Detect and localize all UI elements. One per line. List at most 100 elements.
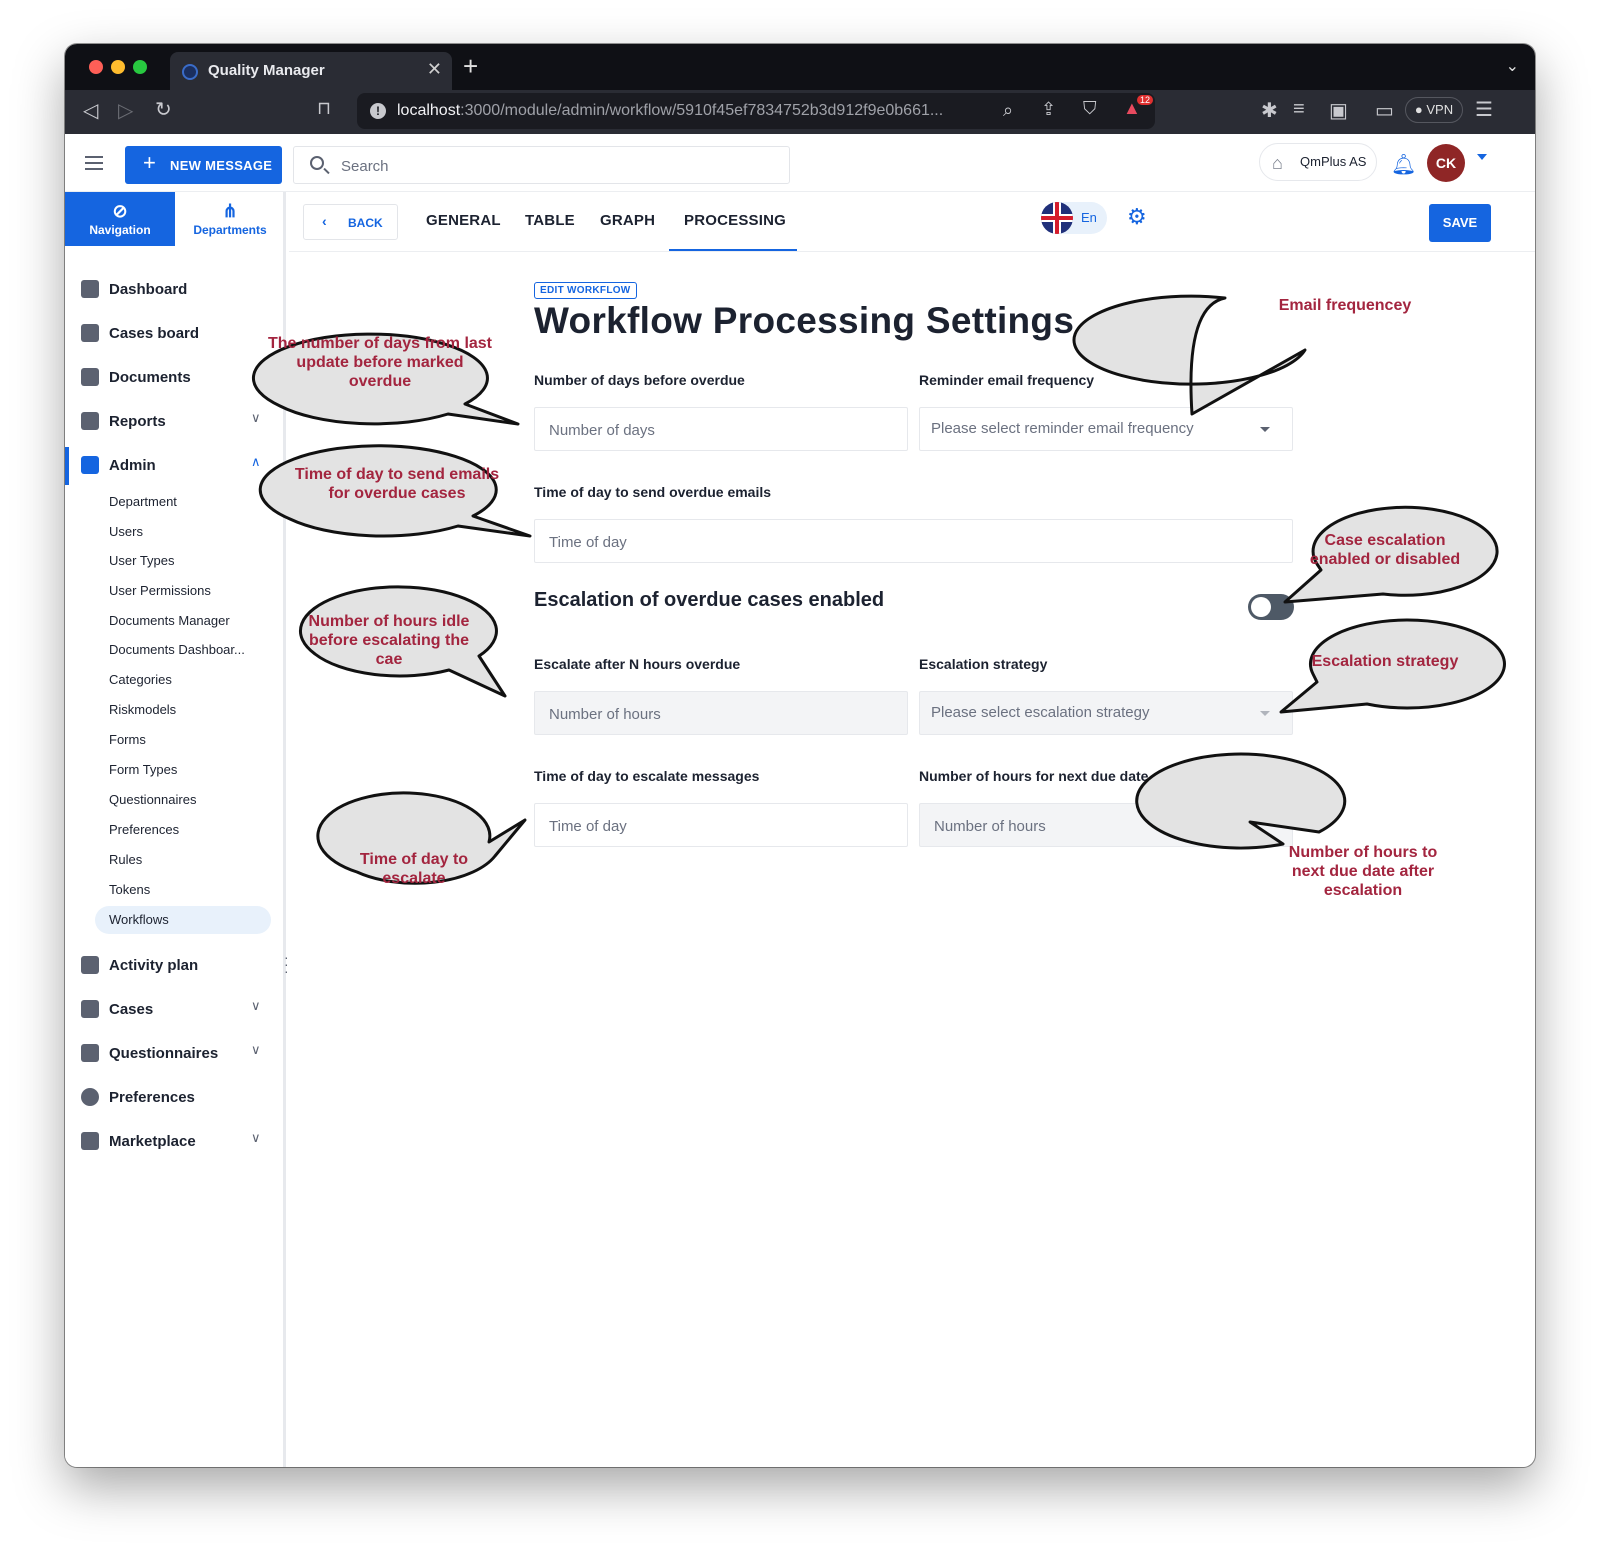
sidebar: ⊘ Navigation ⋔ Departments Dashboard Cas… [65, 192, 289, 1467]
share-icon[interactable]: ⇪ [1041, 99, 1056, 120]
new-message-button[interactable]: + NEW MESSAGE [125, 146, 282, 184]
user-menu-caret-icon[interactable] [1477, 154, 1487, 160]
sidebar-tab-navigation[interactable]: ⊘ Navigation [65, 192, 175, 246]
escalate-hours-input[interactable]: Number of hours [534, 691, 908, 735]
sidebar-item-admin[interactable]: Admin ∧ [65, 444, 283, 488]
sidebar-item-questionnaires[interactable]: Questionnaires ∨ [65, 1032, 283, 1076]
sidebar-item-reports[interactable]: Reports ∨ [65, 400, 283, 444]
browser-tab[interactable]: Quality Manager ✕ [170, 52, 452, 90]
url-text: localhost:3000/module/admin/workflow/591… [397, 102, 943, 120]
tab-table[interactable]: TABLE [525, 212, 575, 229]
language-selector[interactable]: En [1041, 202, 1107, 234]
company-switcher[interactable]: ⌂ QmPlus AS [1259, 143, 1377, 181]
days-overdue-input[interactable]: Number of days [534, 407, 908, 451]
chevron-down-icon: ∨ [251, 1042, 261, 1057]
sidebar-subitem-tokens[interactable]: Tokens [109, 876, 279, 904]
escalation-toggle[interactable] [1248, 594, 1294, 620]
close-window-icon[interactable] [89, 60, 103, 74]
search-input[interactable]: Search [293, 146, 790, 184]
sidebar-subitem-rules[interactable]: Rules [109, 846, 279, 874]
back-label: BACK [348, 216, 383, 230]
content-toolbar: ‹ BACK GENERAL TABLE GRAPH PROCESSING En… [289, 192, 1535, 252]
sidebar-resize-handle[interactable]: · · · [284, 950, 290, 978]
minimize-window-icon[interactable] [111, 60, 125, 74]
sidebar-item-cases-board[interactable]: Cases board [65, 312, 283, 356]
sidebar-item-label: Activity plan [109, 957, 199, 974]
tab-general[interactable]: GENERAL [426, 212, 501, 229]
bookmark-icon[interactable]: ⊓ [317, 98, 331, 119]
overdue-email-time-input[interactable]: Time of day [534, 519, 1293, 563]
vpn-button[interactable]: ● VPN [1405, 97, 1463, 123]
sidebar-item-documents[interactable]: Documents [65, 356, 283, 400]
escalate-time-label: Time of day to escalate messages [534, 768, 760, 784]
callout-next-due-text: Number of hours to next due date after e… [1288, 844, 1438, 899]
sidebar-subitem-user-permissions[interactable]: User Permissions [109, 577, 279, 605]
reload-icon[interactable]: ↻ [155, 97, 172, 122]
tab-processing[interactable]: PROCESSING [684, 212, 786, 229]
sidebar-item-dashboard[interactable]: Dashboard [65, 268, 283, 312]
sidebar-subitem-questionnaires[interactable]: Questionnaires [109, 786, 279, 814]
callout-days-overdue-text: The number of days from last update befo… [267, 335, 493, 390]
escalation-strategy-select[interactable]: Please select escalation strategy [919, 691, 1293, 735]
callout-email-time-text: Time of day to send emails for overdue c… [294, 466, 500, 502]
back-button[interactable]: ‹ BACK [303, 204, 398, 240]
menu-toggle-icon[interactable] [85, 156, 103, 170]
back-nav-icon[interactable]: ◁ [83, 98, 98, 123]
sidebar-toggle-icon[interactable]: ▣ [1329, 98, 1348, 123]
escalate-time-input[interactable]: Time of day [534, 803, 908, 847]
user-avatar[interactable]: CK [1427, 144, 1465, 182]
zoom-icon[interactable]: ⌕ [1003, 100, 1013, 121]
board-icon [81, 324, 99, 342]
escalation-heading: Escalation of overdue cases enabled [534, 589, 885, 611]
edit-workflow-badge: EDIT WORKFLOW [534, 282, 637, 299]
callout-idle-hours-text: Number of hours idle before escalating t… [308, 613, 470, 668]
tab-list-chevron-icon[interactable]: ⌄ [1506, 56, 1519, 76]
sidebar-item-activity-plan[interactable]: Activity plan [65, 944, 283, 988]
wallet-icon[interactable]: ▭ [1375, 98, 1394, 123]
reminder-frequency-placeholder: Please select reminder email frequency [931, 420, 1194, 437]
sidebar-subitem-workflows[interactable]: Workflows [95, 906, 271, 934]
brave-shield-icon[interactable]: ⛉ [1083, 98, 1097, 119]
save-button[interactable]: SAVE [1429, 204, 1491, 242]
active-tab-indicator [669, 249, 797, 251]
site-info-icon[interactable]: ! [370, 103, 386, 119]
forward-nav-icon[interactable]: ▷ [118, 98, 133, 123]
days-overdue-label: Number of days before overdue [534, 372, 745, 388]
vpn-label: VPN [1426, 102, 1454, 117]
sidebar-item-label: Marketplace [109, 1133, 196, 1150]
sidebar-subitem-forms[interactable]: Forms [109, 726, 279, 754]
subitem-label: Questionnaires [109, 792, 197, 807]
sidebar-subitem-form-types[interactable]: Form Types [109, 756, 279, 784]
reminder-frequency-select[interactable]: Please select reminder email frequency [919, 407, 1293, 451]
app-header: + NEW MESSAGE Search ⌂ QmPlus AS 🔔︎ CK [65, 134, 1535, 192]
settings-gear-icon[interactable]: ⚙ [1127, 206, 1147, 228]
chevron-down-icon: ∨ [251, 410, 261, 425]
subitem-label: Department [109, 494, 177, 509]
sidebar-item-label: Preferences [109, 1089, 195, 1106]
address-bar[interactable]: ! localhost:3000/module/admin/workflow/5… [357, 93, 1155, 129]
sidebar-item-marketplace[interactable]: Marketplace ∨ [65, 1120, 283, 1164]
sidebar-subitem-documents-dashboard[interactable]: Documents Dashboar... [109, 636, 279, 664]
sidebar-subitem-department[interactable]: Department [109, 488, 279, 516]
sidebar-subitem-users[interactable]: Users [109, 518, 279, 546]
sidebar-subitem-categories[interactable]: Categories [109, 666, 279, 694]
tab-graph[interactable]: GRAPH [600, 212, 655, 229]
sidebar-subitem-riskmodels[interactable]: Riskmodels [109, 696, 279, 724]
next-due-hours-input[interactable]: Number of hours [919, 803, 1293, 847]
maximize-window-icon[interactable] [133, 60, 147, 74]
notifications-bell-icon[interactable]: 🔔︎ [1391, 152, 1416, 177]
overdue-email-time-label: Time of day to send overdue emails [534, 484, 772, 500]
playlist-icon[interactable]: ≡ [1293, 98, 1305, 121]
close-tab-icon[interactable]: ✕ [427, 59, 442, 80]
extensions-icon[interactable]: ✱ [1261, 98, 1278, 123]
sidebar-item-preferences[interactable]: Preferences [65, 1076, 283, 1120]
subitem-label: Tokens [109, 882, 151, 897]
sidebar-item-cases[interactable]: Cases ∨ [65, 988, 283, 1032]
new-tab-icon[interactable]: + [463, 53, 478, 79]
sidebar-tab-departments[interactable]: ⋔ Departments [175, 192, 285, 246]
sidebar-item-label: Dashboard [109, 281, 188, 298]
sidebar-subitem-user-types[interactable]: User Types [109, 547, 279, 575]
sidebar-subitem-preferences[interactable]: Preferences [109, 816, 279, 844]
sidebar-subitem-documents-manager[interactable]: Documents Manager [109, 607, 279, 635]
browser-menu-icon[interactable]: ☰ [1475, 97, 1493, 122]
